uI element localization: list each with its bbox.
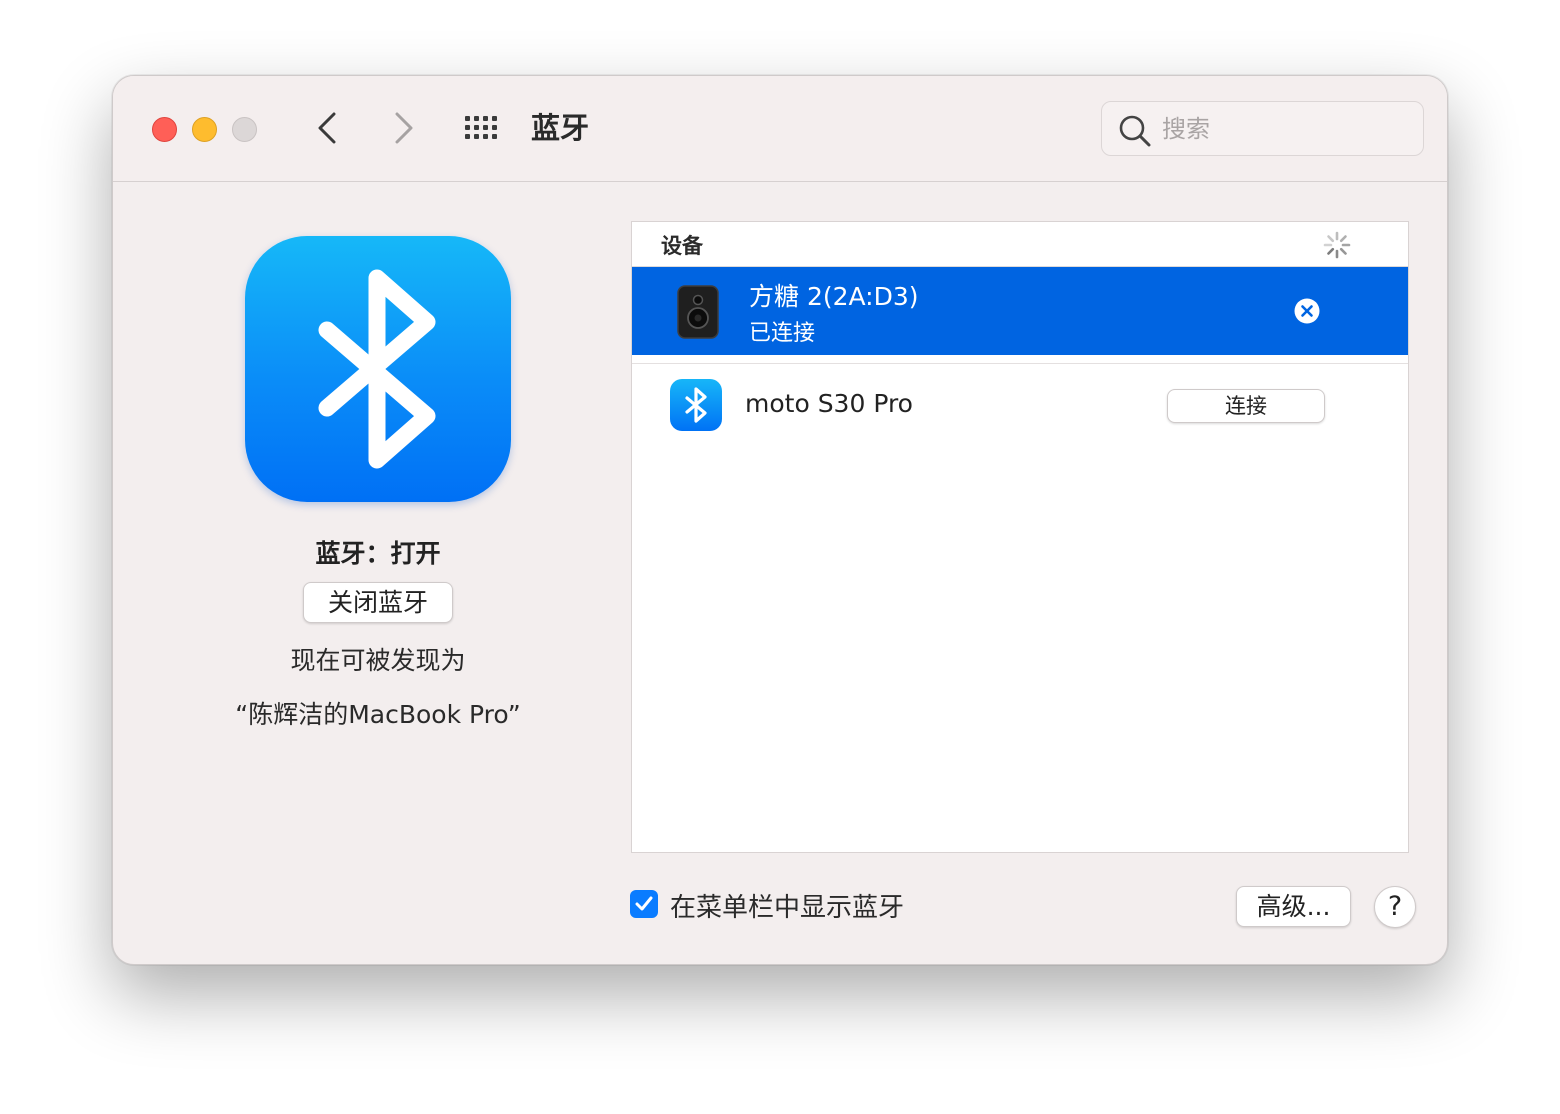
search-field[interactable]: 搜索 [1101,101,1424,156]
bluetooth-status: 蓝牙：打开 [315,539,441,568]
row-divider [632,363,1408,364]
speaker-icon [677,285,719,339]
devices-list: 设备 方糖 2(2A:D3) 已连接 moto S30 Pro 连接 [631,221,1409,853]
device-status: 已连接 [749,321,816,346]
show-all-button[interactable] [463,112,503,144]
checkmark-icon [635,896,653,911]
help-button[interactable]: ? [1374,886,1416,928]
window-title: 蓝牙 [531,111,590,145]
devices-header-label: 设备 [661,234,703,258]
device-name: moto S30 Pro [745,389,913,418]
chevron-left-icon [318,112,336,144]
spinner-icon [1323,231,1351,259]
title-bar: 蓝牙 搜索 [113,76,1447,182]
forward-button[interactable] [381,106,425,150]
discoverable-label: 现在可被发现为 [290,646,466,675]
bluetooth-icon [670,379,722,431]
remove-device-icon[interactable] [1294,298,1320,324]
device-name: 方糖 2(2A:D3) [749,282,919,311]
grid-icon [465,116,497,139]
show-in-menubar-label[interactable]: 在菜单栏中显示蓝牙 [670,887,904,924]
preferences-window: 蓝牙 搜索 蓝牙：打开 关闭蓝牙 现在可被发现为 “陈辉洁的MacBook Pr… [112,75,1448,965]
advanced-button[interactable]: 高级... [1236,886,1351,927]
back-button[interactable] [308,106,352,150]
discoverable-name: “陈辉洁的MacBook Pro” [235,700,521,729]
devices-header: 设备 [632,222,1408,267]
close-window-button[interactable] [152,117,177,142]
chevron-right-icon [395,112,413,144]
connect-button[interactable]: 连接 [1167,389,1325,423]
search-placeholder: 搜索 [1162,115,1210,143]
device-row-selected[interactable]: 方糖 2(2A:D3) 已连接 [632,267,1408,355]
search-icon [1119,115,1151,147]
zoom-window-button[interactable] [232,117,257,142]
minimize-window-button[interactable] [192,117,217,142]
bluetooth-large-icon [245,236,511,502]
show-in-menubar-checkbox[interactable] [630,890,658,918]
turn-off-bluetooth-button[interactable]: 关闭蓝牙 [303,582,453,623]
